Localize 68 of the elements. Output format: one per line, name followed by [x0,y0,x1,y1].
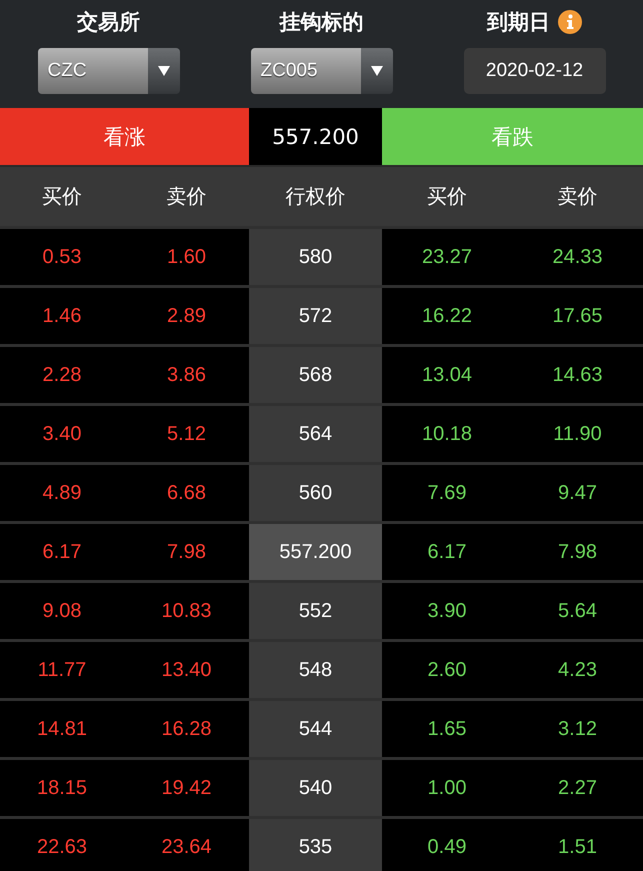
table-cell-text: 2.28 [42,362,82,388]
column-header: 卖价 [556,183,598,210]
table-cell-text: 7.98 [166,540,207,564]
strike-cell: 557.200 [249,524,382,580]
table-cell-text: 23.64 [160,834,213,860]
filter-label: 到期日 [487,9,550,36]
table-cell-text: 11.77 [36,658,88,682]
table-cell-text: 9.08 [42,598,82,624]
filter-label: 挂钩标的 [280,9,364,36]
table-cell-text: 22.63 [36,834,88,860]
table-cell-text: 10.18 [420,422,474,446]
table-cell-text: 2.89 [166,304,207,328]
strike-cell: 572 [249,288,382,344]
table-cell-text: 5.12 [166,422,207,446]
table-cell-text: 6.17 [42,540,82,564]
table-cell-text: 24.33 [551,244,604,270]
put-tab[interactable]: 看跌 [382,108,643,165]
column-header: 买价 [426,183,468,210]
strike-cell: 552 [249,583,382,639]
table-cell-text: 6.68 [166,480,207,506]
table-cell-text: 4.89 [42,480,82,506]
table-cell-text: 3.90 [426,598,468,624]
table-cell-text: 13.04 [420,362,474,388]
table-cell-text: 23.27 [420,244,474,270]
table-cell-text: 0.53 [42,244,82,270]
caret-icon [158,66,170,76]
table-cell-text: 9.47 [557,480,598,506]
table-cell-text: 1.51 [557,834,598,860]
table-cell-text: 1.65 [426,716,468,742]
filter-label: 交易所 [77,9,140,36]
table-cell-text: 3.12 [557,716,598,742]
strike-cell: 580 [249,229,382,285]
strike-cell: 535 [249,819,382,871]
strike-cell: 540 [249,760,382,816]
table-cell-text: 4.23 [557,658,598,682]
table-cell-text: 14.63 [551,362,604,388]
table-cell-text: 7.98 [557,540,598,564]
table-cell-text: 19.42 [160,776,213,800]
table-cell-text: 5.64 [557,598,598,624]
column-header: 行权价 [284,183,346,210]
table-cell-text: 3.86 [166,362,207,388]
table-cell-text: 1.46 [42,304,82,328]
call-tab[interactable]: 看涨 [0,108,249,165]
column-header: 买价 [41,183,83,210]
strike-cell: 544 [249,701,382,757]
table-cell-text: 10.83 [160,598,213,624]
table-cell-text: 1.00 [426,776,468,800]
date-field[interactable]: 2020-02-12 [464,48,606,94]
table-cell-text: 2.27 [557,776,598,800]
table-cell-text: 1.60 [166,244,207,270]
strike-cell: 560 [249,465,382,521]
strike-cell: 564 [249,406,382,462]
table-cell-text: 13.40 [160,658,213,682]
table-cell-text: 2.60 [426,658,468,682]
table-cell-text: 18.15 [36,776,88,800]
caret-icon [370,66,382,76]
strike-cell: 548 [249,642,382,698]
strike-cell: 568 [249,347,382,403]
table-cell-text: 14.81 [36,716,88,742]
table-cell-text: 6.17 [426,540,468,564]
column-header: 卖价 [166,183,208,210]
table-cell-text: 16.28 [160,716,213,742]
table-cell-text: 17.65 [551,304,604,328]
table-cell-text: 0.49 [426,834,468,860]
table-cell-text: 16.22 [420,304,474,328]
table-cell-text: 7.69 [426,480,468,506]
table-cell-text: 11.90 [552,422,603,446]
table-cell-text: 3.40 [42,422,82,446]
